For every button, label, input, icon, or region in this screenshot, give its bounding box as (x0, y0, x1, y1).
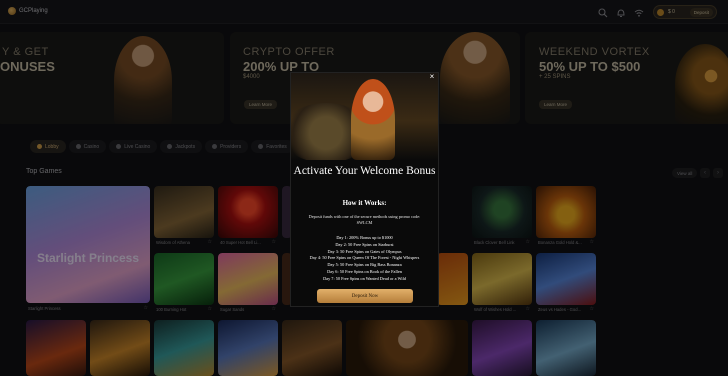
modal-title: Activate Your Welcome Bonus (293, 165, 436, 177)
bonus-day-item: Day 4: 50 Free Spins on Queen Of The For… (309, 255, 420, 261)
bonus-day-item: Day 7: 50 Free Spins on Wanted Dead or a… (323, 275, 406, 281)
bonus-days-list: Day 1: 200% Bonus up to $1000 Day 2: 50 … (291, 235, 438, 283)
close-icon[interactable]: × (428, 73, 436, 81)
deposit-now-button[interactable]: Deposit Now (317, 289, 413, 303)
bonus-day-item: Day 1: 200% Bonus up to $1000 (336, 235, 393, 240)
bonus-day-item: Day 6: 50 Free Spins on Book of the Fall… (327, 268, 402, 274)
modal-hero-image: × (291, 73, 438, 160)
modal-subheading: How it Works: (342, 199, 387, 207)
bonus-day-item: Day 5: 50 Free Spins on Big Bass Bonanza (327, 262, 402, 268)
modal-description: Deposit funds with one of the secure met… (308, 214, 421, 226)
welcome-bonus-modal: × Activate Your Welcome Bonus How it Wor… (290, 72, 439, 307)
bonus-day-item: Day 3: 50 Free Spins on Gates of Olympus (327, 248, 402, 254)
model-image (351, 79, 395, 160)
bonus-day-item: Day 2: 50 Free Spins on Starburst (335, 241, 394, 247)
